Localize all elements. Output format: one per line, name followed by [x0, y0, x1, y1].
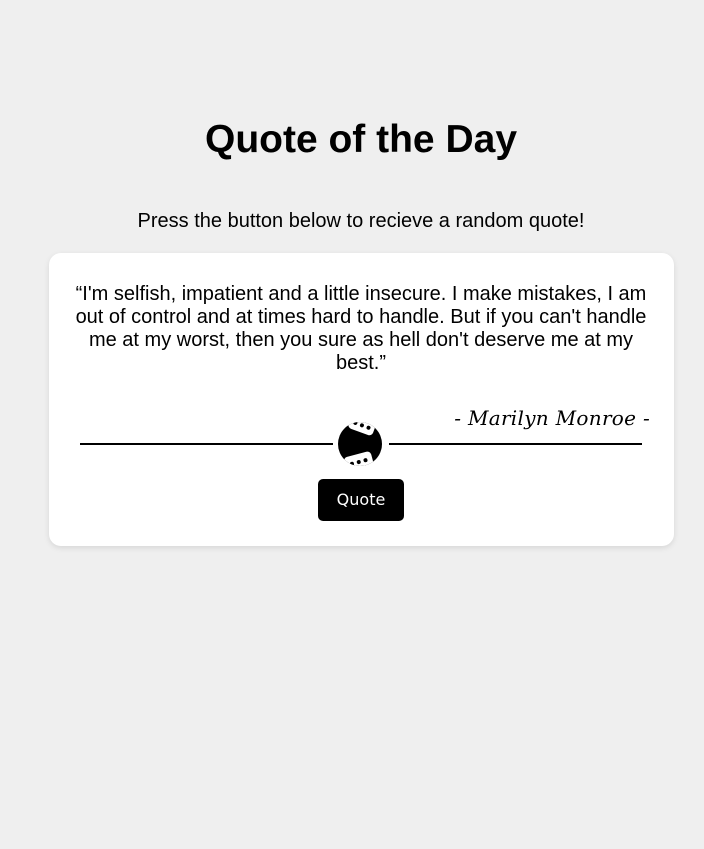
page-subtitle: Press the button below to recieve a rand…: [137, 210, 585, 232]
dice-icon: [337, 421, 383, 467]
divider-right: [389, 443, 642, 445]
quote-text: “I'm selfish, impatient and a little ins…: [75, 283, 647, 374]
page-title: Quote of the Day: [204, 118, 518, 161]
divider-left: [80, 443, 333, 445]
quote-button[interactable]: Quote: [318, 479, 404, 521]
quote-card: “I'm selfish, impatient and a little ins…: [49, 253, 674, 546]
quote-author: - Marilyn Monroe -: [454, 406, 650, 430]
